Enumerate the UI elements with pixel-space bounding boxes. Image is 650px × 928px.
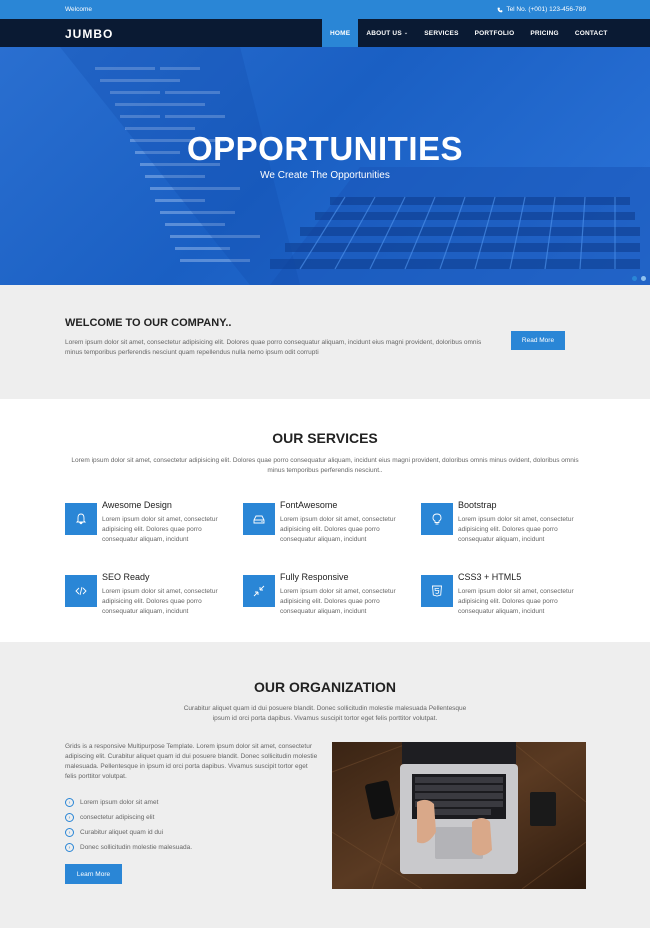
welcome-text: Welcome (65, 6, 92, 13)
services-title: OUR SERVICES (272, 430, 378, 446)
learn-more-button[interactable]: Learn More (65, 864, 122, 884)
service-item: Fully Responsive Lorem ipsum dolor sit a… (243, 571, 413, 621)
service-title: FontAwesome (280, 500, 338, 510)
service-title: SEO Ready (102, 572, 150, 582)
list-item-label: Donec sollicitudin molestie malesuada. (80, 844, 193, 851)
laptop-desk-photo (332, 742, 586, 889)
list-item-label: Curabitur aliquet quam id dui (80, 829, 164, 836)
feature-list: › Lorem ipsum dolor sit amet › consectetur… (65, 795, 192, 855)
chevron-circle-icon: › (65, 828, 74, 837)
bell-icon (65, 503, 97, 535)
list-item-label: consectetur adipiscing elit (80, 814, 155, 821)
service-item: FontAwesome Lorem ipsum dolor sit amet, … (243, 499, 413, 549)
list-item: › Lorem ipsum dolor sit amet (65, 795, 192, 810)
service-text: Lorem ipsum dolor sit amet, consectetur … (102, 588, 218, 615)
nav-item-portfolio[interactable]: PORTFOLIO (467, 19, 523, 47)
nav-item-home[interactable]: HOME (322, 19, 359, 47)
nav-item-label: PRICING (530, 29, 559, 37)
hero-title: OPPORTUNITIES (186, 130, 464, 167)
service-text: Lorem ipsum dolor sit amet, consectetur … (102, 516, 218, 543)
list-item: › consectetur adipiscing elit (65, 810, 192, 825)
service-item: Awesome Design Lorem ipsum dolor sit ame… (65, 499, 235, 549)
nav-item-contact[interactable]: CONTACT (567, 19, 616, 47)
organization-section: OUR ORGANIZATION Curabitur aliquet quam … (0, 642, 650, 928)
nav-item-label: HOME (330, 29, 351, 37)
chevron-circle-icon: › (65, 798, 74, 807)
welcome-title: WELCOME TO OUR COMPANY.. (65, 317, 232, 329)
main-menu: HOME ABOUT US ⌄ SERVICES PORTFOLIO PRICIN… (322, 19, 616, 47)
html5-icon (421, 575, 453, 607)
nav-item-label: ABOUT US (366, 29, 402, 37)
services-section: OUR SERVICES Lorem ipsum dolor sit amet,… (0, 399, 650, 642)
services-intro: Lorem ipsum dolor sit amet, consectetur … (71, 457, 579, 474)
nav-item-label: SERVICES (424, 29, 459, 37)
code-icon (65, 575, 97, 607)
list-item-label: Lorem ipsum dolor sit amet (80, 799, 159, 806)
service-text: Lorem ipsum dolor sit amet, consectetur … (458, 516, 574, 543)
top-bar: Welcome Tel No. (+001) 123-456-789 (0, 0, 650, 19)
service-title: Bootstrap (458, 500, 497, 510)
service-item: SEO Ready Lorem ipsum dolor sit amet, co… (65, 571, 235, 621)
service-item: CSS3 + HTML5 Lorem ipsum dolor sit amet,… (421, 571, 591, 621)
organization-title: OUR ORGANIZATION (253, 679, 397, 695)
service-title: CSS3 + HTML5 (458, 572, 522, 582)
hero-subtitle: We Create The Opportunities (260, 170, 390, 181)
navbar: JUMBO HOME ABOUT US ⌄ SERVICES PORTFOLIO … (0, 19, 650, 47)
service-text: Lorem ipsum dolor sit amet, consectetur … (280, 516, 396, 543)
logo[interactable]: JUMBO (65, 27, 113, 41)
list-item: › Curabitur aliquet quam id dui (65, 825, 192, 840)
organization-text: Grids is a responsive Multipurpose Templ… (65, 743, 318, 780)
chevron-circle-icon: › (65, 813, 74, 822)
nav-item-services[interactable]: SERVICES (416, 19, 466, 47)
phone-icon (497, 7, 503, 12)
service-title: Awesome Design (102, 500, 172, 510)
service-title: Fully Responsive (280, 572, 349, 582)
slider-dot[interactable] (632, 276, 637, 281)
welcome-section: WELCOME TO OUR COMPANY.. Lorem ipsum dol… (0, 285, 650, 399)
nav-item-about-us[interactable]: ABOUT US ⌄ (358, 19, 416, 47)
lightbulb-icon (421, 503, 453, 535)
service-item: Bootstrap Lorem ipsum dolor sit amet, co… (421, 499, 591, 549)
slider-dots (632, 276, 646, 281)
welcome-text: Lorem ipsum dolor sit amet, consectetur … (65, 339, 482, 356)
read-more-button[interactable]: Read More (511, 331, 565, 350)
hdd-icon (243, 503, 275, 535)
hero-banner: OPPORTUNITIES We Create The Opportunitie… (0, 47, 650, 285)
chevron-circle-icon: › (65, 843, 74, 852)
nav-item-label: CONTACT (574, 29, 608, 37)
compress-icon (243, 575, 275, 607)
nav-item-label: PORTFOLIO (474, 29, 515, 37)
organization-intro: Curabitur aliquet quam id dui posuere bl… (183, 705, 467, 722)
phone-number: Tel No. (+001) 123-456-789 (506, 6, 586, 13)
phone-contact[interactable]: Tel No. (+001) 123-456-789 (497, 6, 586, 13)
list-item: › Donec sollicitudin molestie malesuada. (65, 840, 192, 855)
service-text: Lorem ipsum dolor sit amet, consectetur … (280, 588, 396, 615)
service-text: Lorem ipsum dolor sit amet, consectetur … (458, 588, 574, 615)
nav-item-pricing[interactable]: PRICING (522, 19, 567, 47)
slider-dot[interactable] (641, 276, 646, 281)
chevron-down-icon: ⌄ (403, 30, 409, 36)
